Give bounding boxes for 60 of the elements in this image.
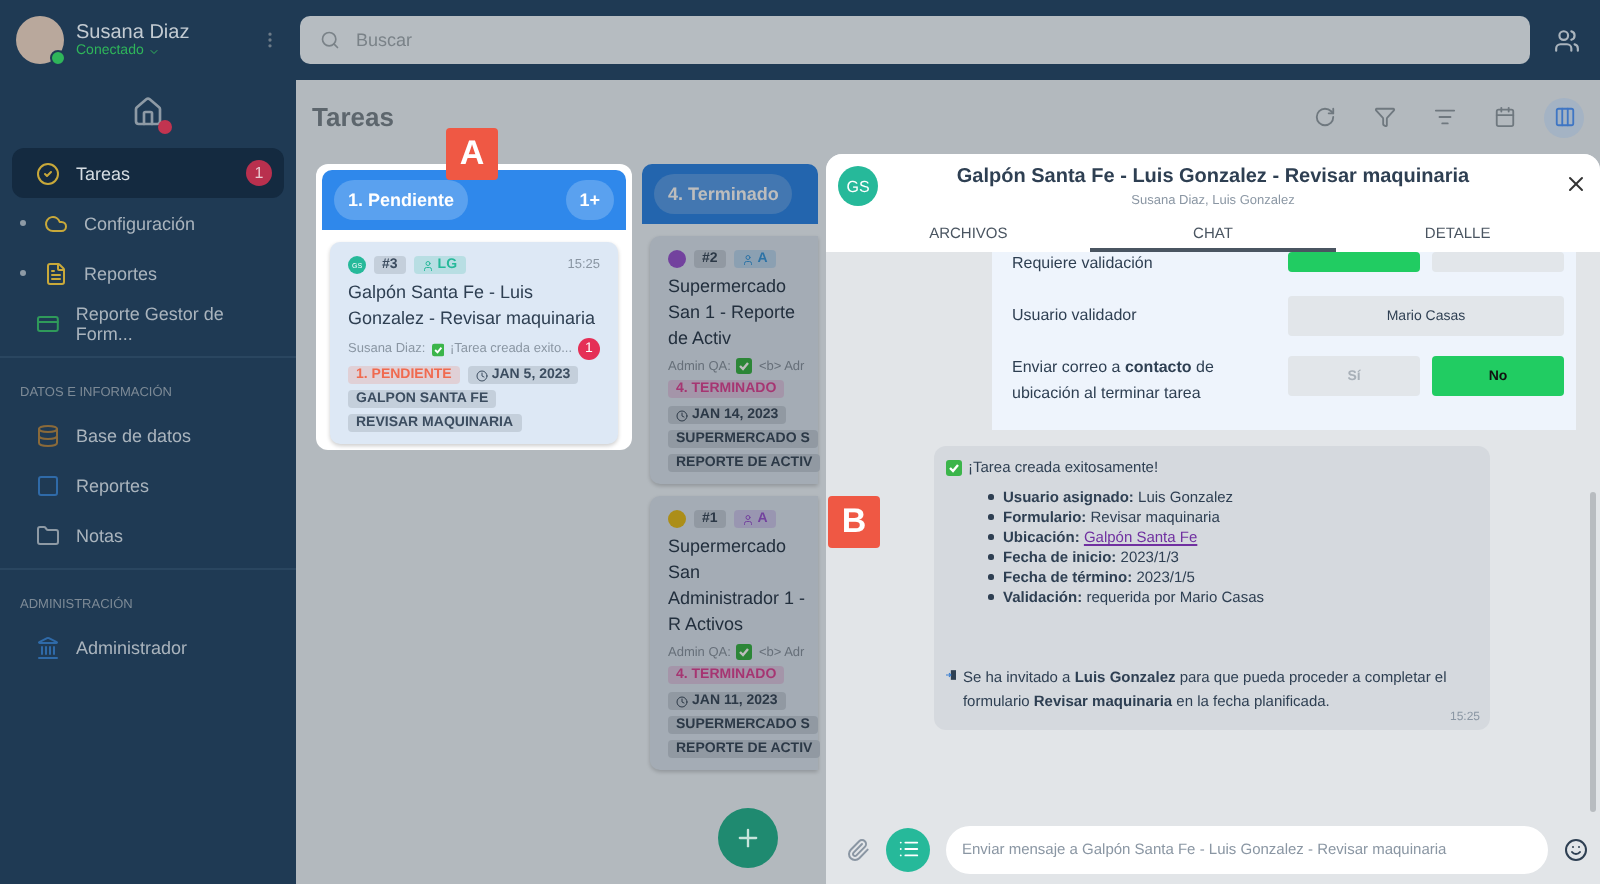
field-label: Usuario validador: [1012, 304, 1139, 329]
page-title: Tareas: [312, 102, 394, 132]
clock-icon: [676, 695, 688, 708]
nav-item[interactable]: Reportes: [12, 248, 284, 298]
avatar-icon: [668, 510, 686, 529]
nav-icon: [36, 523, 60, 547]
users-icon[interactable]: [1554, 27, 1580, 53]
field-label: Enviar correo a contacto de ubicación al terminar tarea: [1012, 356, 1216, 406]
clock-icon: [676, 409, 688, 422]
column-title: 1. Pendiente: [334, 180, 469, 220]
close-icon: [1564, 172, 1588, 196]
nav-item[interactable]: Reporte Gestor de Form...: [12, 298, 284, 348]
task-title: Galpón Santa Fe - Luis Gonzalez - Revisar maquinaria: [348, 280, 598, 333]
task-title: Supermercado San 1 - Reporte de Activ: [668, 274, 798, 353]
toggle-option[interactable]: [1288, 252, 1420, 272]
nav-item[interactable]: Base de datos: [12, 410, 284, 460]
nav-icon: [44, 261, 68, 285]
callout-label: B: [828, 496, 880, 548]
avatar-icon: [668, 250, 686, 268]
person-icon: [741, 253, 754, 265]
column-title: 4. Terminado: [654, 174, 793, 214]
search-icon: [320, 30, 340, 50]
check-icon: [431, 341, 444, 358]
online-dot: [50, 50, 66, 66]
nav-item[interactable]: Configuración: [12, 198, 284, 248]
chat-avatar: GS: [838, 166, 878, 206]
list-button[interactable]: [886, 827, 930, 871]
clock-icon: [475, 369, 488, 382]
expand-dot: [20, 220, 26, 226]
check-icon: [946, 459, 962, 476]
chevron-icon: [147, 45, 160, 57]
attach-icon[interactable]: [846, 837, 870, 861]
check-icon: [736, 358, 753, 375]
toggle-option[interactable]: [1432, 252, 1564, 272]
nav-icon: [36, 311, 60, 335]
expand-dot: [20, 270, 26, 276]
nav-icon: [36, 161, 60, 185]
column-count: 1+: [565, 180, 614, 220]
callout-label: A: [446, 128, 498, 180]
add-button[interactable]: [718, 808, 778, 868]
plus-icon: [734, 824, 762, 852]
user-name: Susana Diaz: [76, 22, 192, 44]
nav-item[interactable]: Notas: [12, 510, 284, 560]
check-icon: [736, 644, 753, 661]
nav-item[interactable]: Administrador: [12, 622, 284, 672]
nav-icon: [36, 473, 60, 497]
nav-icon: [44, 211, 68, 235]
nav-icon: [36, 423, 60, 447]
count-badge: 1: [246, 160, 272, 186]
task-title: Supermercado San Administrador 1 - R Activos: [668, 534, 808, 639]
emoji-icon[interactable]: [1564, 837, 1588, 861]
nav-item[interactable]: Tareas 1: [12, 148, 284, 198]
person-icon: [741, 513, 754, 526]
nav-item[interactable]: Reportes: [12, 460, 284, 510]
close-button[interactable]: [1564, 172, 1588, 196]
chat-title: Galpón Santa Fe - Luis Gonzalez - Revisar maquinaria: [956, 166, 1470, 188]
toolbar-icon[interactable]: [1544, 97, 1584, 137]
person-icon: [421, 259, 434, 271]
nav-icon: [36, 635, 60, 659]
field-label: Requiere validación: [1012, 252, 1155, 276]
